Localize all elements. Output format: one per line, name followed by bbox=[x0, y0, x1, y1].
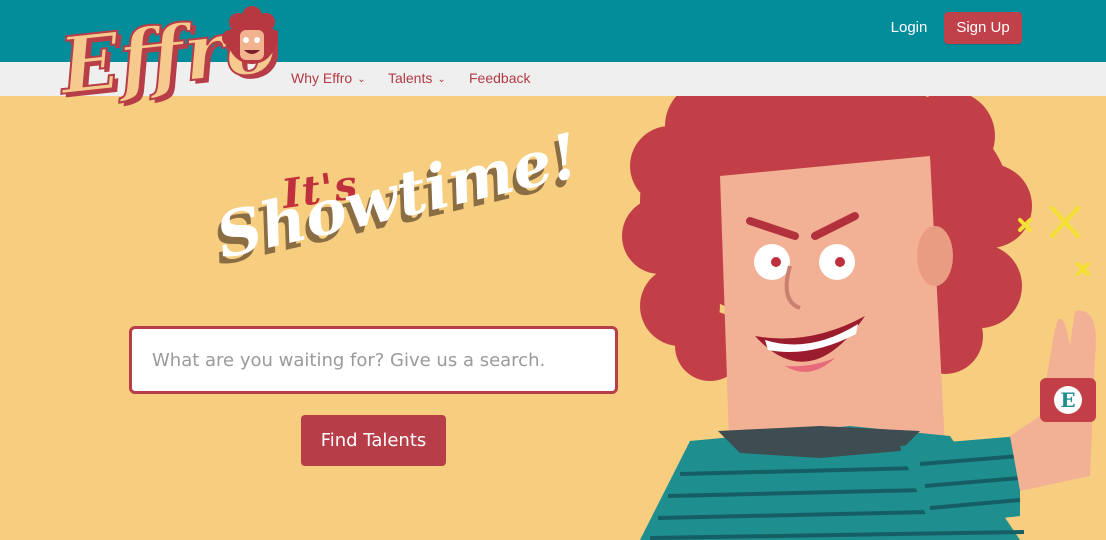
nav-item-label: Feedback bbox=[469, 70, 531, 86]
nav-item-talents[interactable]: Talents ⌄ bbox=[388, 62, 446, 96]
sign-up-button[interactable]: Sign Up bbox=[944, 12, 1022, 44]
talent-search-input[interactable] bbox=[129, 326, 618, 394]
nav-item-feedback[interactable]: Feedback bbox=[469, 62, 530, 96]
wristband-letter: E bbox=[1060, 388, 1075, 412]
chevron-down-icon: ⌄ bbox=[357, 74, 366, 85]
effro-logo[interactable]: Effro Effro bbox=[56, 0, 278, 118]
find-talents-button[interactable]: Find Talents bbox=[301, 415, 446, 466]
mascot-illustration: E bbox=[622, 96, 1096, 540]
nav-item-why-effro[interactable]: Why Effro ⌄ bbox=[291, 62, 366, 96]
chevron-down-icon: ⌄ bbox=[437, 74, 446, 85]
nav-item-label: Talents bbox=[388, 70, 433, 86]
login-link[interactable]: Login bbox=[884, 17, 934, 39]
mascot-face bbox=[720, 156, 945, 466]
nav-item-label: Why Effro bbox=[291, 70, 353, 86]
